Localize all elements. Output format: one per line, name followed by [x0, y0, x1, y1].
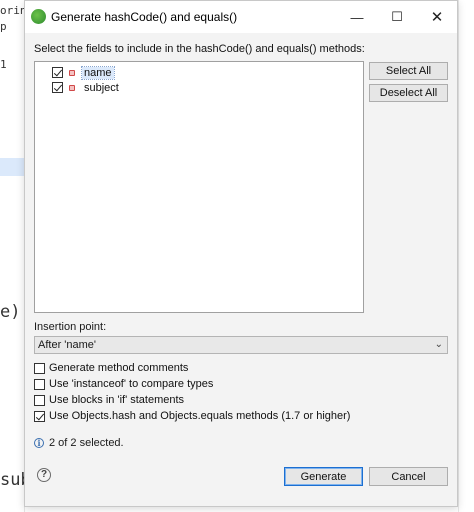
bg-line-highlight: [0, 158, 24, 176]
fields-list[interactable]: name subject: [34, 61, 364, 313]
field-label-name: name: [81, 65, 115, 80]
minimize-icon: —: [350, 9, 364, 25]
help-icon[interactable]: ?: [37, 468, 51, 482]
insertion-point-label: Insertion point:: [34, 321, 107, 333]
field-label-subject: subject: [84, 81, 119, 94]
private-field-icon: [69, 69, 75, 76]
objects-hash-checkbox[interactable]: [34, 410, 45, 422]
generate-button[interactable]: Generate: [284, 467, 363, 486]
option-label: Use Objects.hash and Objects.equals meth…: [49, 410, 351, 422]
title-bar[interactable]: Generate hashCode() and equals() — ☐ ✕: [25, 1, 457, 33]
option-label: Use 'instanceof' to compare types: [49, 378, 214, 390]
close-icon: ✕: [430, 9, 444, 26]
chevron-down-icon: ⌄: [434, 339, 443, 350]
option-generate-comments[interactable]: Generate method comments: [34, 361, 188, 375]
option-blocks-in-if[interactable]: Use blocks in 'if' statements: [34, 393, 184, 407]
generate-hashcode-equals-dialog: Generate hashCode() and equals() — ☐ ✕ S…: [24, 0, 458, 507]
option-label: Generate method comments: [49, 362, 189, 374]
dialog-title: Generate hashCode() and equals(): [51, 10, 238, 24]
blocks-in-if-checkbox[interactable]: [34, 394, 45, 406]
insertion-point-value: After 'name': [38, 339, 97, 351]
bg-text-fragment: p: [0, 20, 7, 33]
option-label: Use blocks in 'if' statements: [49, 394, 185, 406]
fields-instruction: Select the fields to include in the hash…: [34, 43, 365, 55]
cancel-button[interactable]: Cancel: [369, 467, 448, 486]
option-instanceof[interactable]: Use 'instanceof' to compare types: [34, 377, 213, 391]
option-objects-hash[interactable]: Use Objects.hash and Objects.equals meth…: [34, 409, 350, 423]
maximize-button[interactable]: ☐: [377, 1, 417, 33]
bg-text-fragment: oring: [0, 4, 24, 17]
list-item[interactable]: subject: [52, 80, 121, 95]
background-editor: oring p 1 e) sub: [0, 0, 25, 512]
deselect-all-button[interactable]: Deselect All: [369, 84, 448, 102]
field-checkbox-subject[interactable]: [52, 82, 63, 93]
private-field-icon: [69, 84, 75, 91]
background-right-edge: [458, 0, 474, 512]
generate-comments-checkbox[interactable]: [34, 362, 45, 374]
eclipse-app-icon: [31, 9, 46, 24]
maximize-icon: ☐: [391, 9, 403, 24]
instanceof-checkbox[interactable]: [34, 378, 45, 390]
status-text: 2 of 2 selected.: [49, 437, 124, 449]
minimize-button[interactable]: —: [337, 1, 377, 33]
selection-status: i 2 of 2 selected.: [34, 437, 124, 449]
bg-text-fragment: sub: [0, 470, 24, 490]
bg-text-fragment: e): [0, 302, 21, 322]
insertion-point-dropdown[interactable]: After 'name' ⌄: [34, 336, 448, 354]
bg-text-fragment: 1: [0, 58, 7, 71]
close-button[interactable]: ✕: [417, 1, 457, 33]
list-item[interactable]: name: [52, 65, 115, 80]
field-checkbox-name[interactable]: [52, 67, 63, 78]
select-all-button[interactable]: Select All: [369, 62, 448, 80]
info-icon: i: [34, 438, 44, 448]
